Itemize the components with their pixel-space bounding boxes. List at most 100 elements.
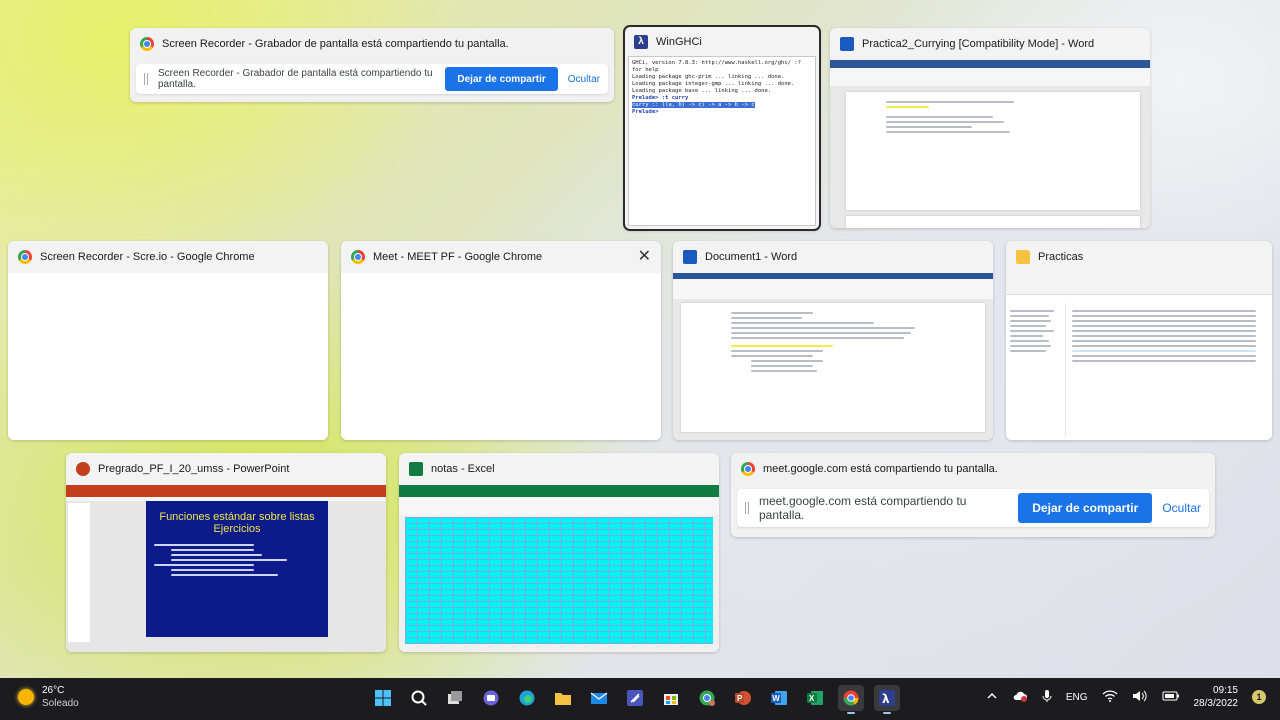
- window-preview: [673, 273, 993, 440]
- chrome-profile-icon[interactable]: [694, 685, 720, 711]
- meet-chrome-window[interactable]: Meet - MEET PF - Google Chrome ✕: [341, 241, 661, 440]
- terminal-prompt: Prelude> :t curry: [632, 95, 689, 101]
- svg-text:P: P: [737, 694, 743, 703]
- ghci-terminal[interactable]: GHCi, version 7.8.3: http://www.haskell.…: [628, 56, 816, 226]
- mail-icon[interactable]: [586, 685, 612, 711]
- folder-icon: [1016, 250, 1030, 264]
- stop-sharing-button[interactable]: Dejar de compartir: [1018, 493, 1153, 523]
- notification-badge[interactable]: 1: [1252, 690, 1266, 704]
- window-titlebar: meet.google.com está compartiendo tu pan…: [731, 453, 1215, 485]
- search-icon[interactable]: [406, 685, 432, 711]
- chat-icon[interactable]: [478, 685, 504, 711]
- clock-time: 09:15: [1212, 685, 1238, 696]
- window-preview: [341, 273, 661, 440]
- svg-text:X: X: [809, 694, 815, 703]
- share-notification-bar: Screen Recorder - Grabador de pantalla e…: [136, 64, 608, 94]
- cloud-status-icon[interactable]: [1012, 690, 1028, 705]
- task-view-icon[interactable]: [442, 685, 468, 711]
- window-titlebar: Document1 - Word: [673, 241, 993, 273]
- excel-window[interactable]: notas - Excel: [399, 453, 719, 652]
- window-titlebar: Pregrado_PF_I_20_umss - PowerPoint: [66, 453, 386, 485]
- powerpoint-icon[interactable]: P: [730, 685, 756, 711]
- window-title: meet.google.com está compartiendo tu pan…: [763, 463, 998, 475]
- share-message: Screen Recorder - Grabador de pantalla e…: [158, 68, 433, 90]
- drag-handle-icon[interactable]: [745, 502, 749, 514]
- window-title: Practicas: [1038, 251, 1084, 263]
- window-titlebar: Meet - MEET PF - Google Chrome ✕: [341, 241, 661, 273]
- slide-subtitle: Ejercicios: [213, 523, 261, 535]
- window-title: Meet - MEET PF - Google Chrome: [373, 251, 543, 263]
- visual-studio-icon[interactable]: [622, 685, 648, 711]
- screen-recorder-share-window[interactable]: Screen Recorder - Grabador de pantalla e…: [130, 28, 614, 102]
- ppt-ribbon: [66, 485, 386, 497]
- terminal-line: Loading package integer-gmp ... linking …: [632, 81, 795, 87]
- explorer-file-list: [1072, 303, 1266, 436]
- window-title: Practica2_Currying [Compatibility Mode] …: [862, 38, 1095, 50]
- winghci-window[interactable]: λ WinGHCi GHCi, version 7.8.3: http://ww…: [623, 25, 821, 231]
- chrome-icon: [140, 37, 154, 51]
- windows-start-icon[interactable]: [370, 685, 396, 711]
- chevron-up-icon[interactable]: [986, 690, 998, 705]
- wifi-icon[interactable]: [1102, 689, 1118, 705]
- practica2-word-window[interactable]: Practica2_Currying [Compatibility Mode] …: [830, 28, 1150, 228]
- winghci-icon[interactable]: λ: [874, 685, 900, 714]
- battery-icon[interactable]: [1162, 691, 1180, 704]
- excel-icon[interactable]: X: [802, 685, 828, 711]
- store-icon[interactable]: [658, 685, 684, 711]
- share-notification-bar: meet.google.com está compartiendo tu pan…: [737, 489, 1209, 527]
- document1-word-window[interactable]: Document1 - Word: [673, 241, 993, 440]
- terminal-selection: curry :: ((a, b) -> c) -> a -> b -> c: [632, 102, 755, 108]
- word-ribbon: [830, 60, 1150, 68]
- edge-icon[interactable]: [514, 685, 540, 711]
- sun-icon: [18, 689, 34, 705]
- scre-io-chrome-window[interactable]: Screen Recorder - Scre.io - Google Chrom…: [8, 241, 328, 440]
- meet-share-window[interactable]: meet.google.com está compartiendo tu pan…: [731, 453, 1215, 537]
- window-title: WinGHCi: [656, 36, 702, 48]
- weather-condition: Soleado: [42, 698, 79, 709]
- powerpoint-window[interactable]: Pregrado_PF_I_20_umss - PowerPoint Funci…: [66, 453, 386, 652]
- hide-button[interactable]: Ocultar: [568, 74, 600, 85]
- system-tray: ENG 09:15 28/3/2022 1: [986, 684, 1266, 710]
- chrome-icon[interactable]: [838, 685, 864, 714]
- excel-icon: [409, 462, 423, 476]
- window-titlebar: Practica2_Currying [Compatibility Mode] …: [830, 28, 1150, 60]
- system-clock[interactable]: 09:15 28/3/2022: [1194, 684, 1239, 710]
- close-icon[interactable]: ✕: [638, 249, 651, 265]
- drag-handle-icon[interactable]: [144, 73, 148, 85]
- taskbar-apps: P W X λ: [370, 685, 900, 714]
- window-preview: [399, 485, 719, 652]
- language-indicator[interactable]: ENG: [1066, 692, 1088, 703]
- hide-button[interactable]: Ocultar: [1162, 501, 1201, 515]
- spreadsheet-grid[interactable]: [405, 517, 713, 644]
- excel-ribbon: [399, 485, 719, 497]
- document-page: [681, 303, 985, 432]
- window-title: Screen Recorder - Grabador de pantalla e…: [162, 38, 509, 50]
- file-explorer-icon[interactable]: [550, 685, 576, 711]
- excel-toolbar: [399, 497, 719, 515]
- explorer-toolbar: [1006, 273, 1272, 295]
- weather-widget[interactable]: 26°C Soleado: [18, 684, 79, 710]
- word-icon: [840, 37, 854, 51]
- explorer-nav-pane: [1010, 303, 1066, 436]
- chrome-icon: [741, 462, 755, 476]
- stop-sharing-button[interactable]: Dejar de compartir: [445, 67, 558, 91]
- volume-icon[interactable]: [1132, 690, 1148, 705]
- window-preview: Funciones estándar sobre listas Ejercici…: [66, 485, 386, 652]
- lambda-icon: λ: [634, 35, 648, 49]
- slide-title: Funciones estándar sobre listas: [159, 511, 315, 523]
- word-toolbar: [830, 68, 1150, 86]
- window-title: notas - Excel: [431, 463, 495, 475]
- microphone-icon[interactable]: [1042, 689, 1052, 706]
- slide-thumbnails: [68, 503, 90, 642]
- powerpoint-icon: [76, 462, 90, 476]
- slide-canvas: Funciones estándar sobre listas Ejercici…: [146, 501, 328, 637]
- svg-text:W: W: [772, 694, 780, 703]
- window-preview: [8, 273, 328, 440]
- share-message: meet.google.com está compartiendo tu pan…: [759, 494, 967, 522]
- clock-date: 28/3/2022: [1193, 698, 1239, 709]
- practicas-explorer-window[interactable]: Practicas: [1006, 241, 1272, 440]
- window-titlebar: Screen Recorder - Grabador de pantalla e…: [130, 28, 614, 60]
- chrome-icon: [351, 250, 365, 264]
- terminal-prompt: Prelude>: [632, 109, 659, 115]
- word-icon[interactable]: W: [766, 685, 792, 711]
